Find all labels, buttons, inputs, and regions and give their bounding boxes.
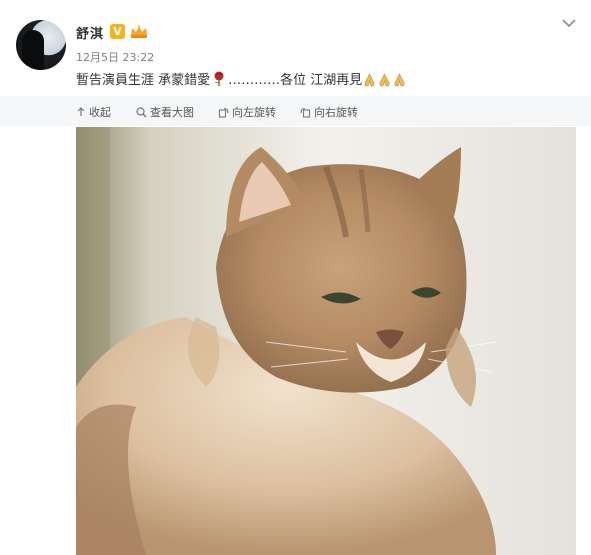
verified-icon: V xyxy=(110,24,125,39)
post-timestamp[interactable]: 12月5日 23:22 xyxy=(76,49,154,65)
post-image[interactable] xyxy=(76,127,576,555)
collapse-label: 收起 xyxy=(89,106,111,119)
rotate-right-icon xyxy=(300,107,311,118)
rotate-left-button[interactable]: 向左旋转 xyxy=(218,104,276,120)
image-toolbar: 收起 查看大图 向左旋转 向右旋转 xyxy=(0,96,591,126)
rotate-left-label: 向左旋转 xyxy=(232,106,276,119)
weibo-post-card: 舒淇 V 12月5日 23:22 暫告演員生涯 承蒙錯愛 …………各位 江湖再見… xyxy=(0,0,591,555)
vip-icon[interactable] xyxy=(129,23,149,39)
view-large-label: 查看大图 xyxy=(150,106,194,119)
post-text: 暫告演員生涯 承蒙錯愛 …………各位 江湖再見 xyxy=(76,69,407,91)
rose-icon xyxy=(214,71,224,86)
cat-photo xyxy=(76,127,576,555)
collapse-button[interactable]: 收起 xyxy=(76,104,111,120)
pray-icon xyxy=(379,73,390,87)
collapse-arrow-icon xyxy=(77,107,85,116)
author-name[interactable]: 舒淇 xyxy=(76,23,104,42)
view-large-button[interactable]: 查看大图 xyxy=(136,104,194,120)
rotate-left-icon xyxy=(218,107,229,118)
pray-icon xyxy=(364,73,375,87)
chevron-down-icon[interactable] xyxy=(562,18,576,28)
author-avatar[interactable] xyxy=(16,20,66,70)
pray-emoji-group xyxy=(362,73,407,91)
pray-icon xyxy=(394,73,405,87)
rotate-right-button[interactable]: 向右旋转 xyxy=(300,104,358,120)
post-text-part2: …………各位 江湖再見 xyxy=(228,73,363,88)
post-text-part1: 暫告演員生涯 承蒙錯愛 xyxy=(76,73,211,88)
rotate-right-label: 向右旋转 xyxy=(314,106,358,119)
magnifier-icon xyxy=(136,106,147,117)
